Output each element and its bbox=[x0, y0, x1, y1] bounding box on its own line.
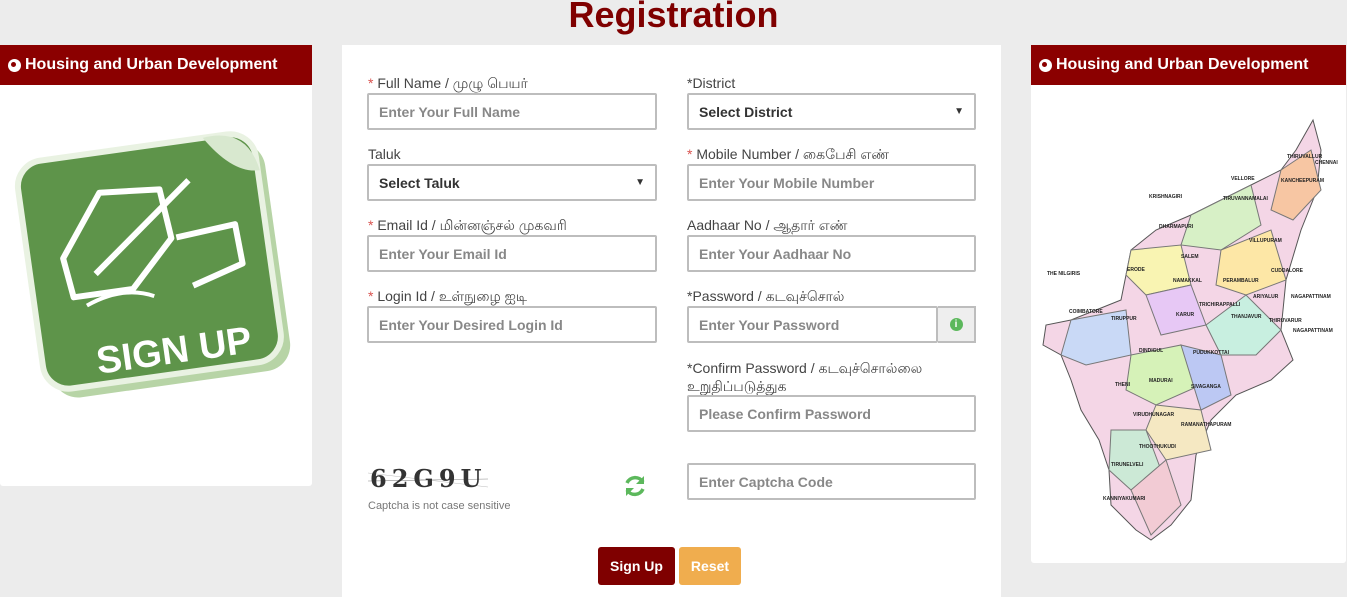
confirm-password-label-line1: *Confirm Password / கடவுச்சொல்லை bbox=[687, 360, 923, 376]
required-mark: * bbox=[368, 75, 374, 91]
map-label: CHENNAI bbox=[1315, 160, 1338, 166]
chevron-down-icon: ▼ bbox=[954, 106, 964, 117]
login-label-text: Login Id / உள்நுழை ஐடி bbox=[377, 288, 528, 304]
refresh-captcha-icon[interactable] bbox=[622, 473, 648, 499]
map-label: MADURAI bbox=[1149, 378, 1173, 384]
district-label: *District bbox=[687, 75, 736, 91]
map-label: TIRUVANNAMALAI bbox=[1223, 196, 1269, 202]
mobile-label-text: Mobile Number / கைபேசி எண் bbox=[696, 146, 890, 162]
captcha-note: Captcha is not case sensitive bbox=[368, 500, 511, 512]
map-label: DINDIGUL bbox=[1139, 348, 1163, 354]
map-label: KANCHEEPURAM bbox=[1281, 178, 1324, 184]
email-label: * Email Id / மின்னஞ்சல் முகவரி bbox=[368, 217, 567, 236]
captcha-input[interactable]: Enter Captcha Code bbox=[687, 463, 976, 500]
mobile-input[interactable]: Enter Your Mobile Number bbox=[687, 164, 976, 201]
page-title: Registration bbox=[568, 0, 779, 35]
sign-up-button[interactable]: Sign Up bbox=[598, 547, 675, 585]
reset-button[interactable]: Reset bbox=[679, 547, 741, 585]
required-mark: * bbox=[368, 217, 374, 233]
email-input[interactable]: Enter Your Email Id bbox=[367, 235, 657, 272]
map-label: NAMAKKAL bbox=[1173, 278, 1202, 284]
full-name-label: * Full Name / முழு பெயர் bbox=[368, 75, 528, 94]
left-panel-header: Housing and Urban Development bbox=[0, 45, 312, 85]
required-mark: * bbox=[687, 146, 693, 162]
map-label: ARIYALUR bbox=[1253, 294, 1279, 300]
map-label: THE NILGIRIS bbox=[1047, 271, 1081, 277]
right-panel-header: Housing and Urban Development bbox=[1031, 45, 1346, 85]
map-label: RAMANATHAPURAM bbox=[1181, 422, 1231, 428]
map-label: THOOTHUKUDI bbox=[1139, 444, 1177, 450]
map-label: SIVAGANGA bbox=[1191, 384, 1221, 390]
map-label: TIRUPPUR bbox=[1111, 316, 1137, 322]
map-label: SALEM bbox=[1181, 254, 1199, 260]
district-select-value: Select District bbox=[699, 103, 793, 120]
full-name-input[interactable]: Enter Your Full Name bbox=[367, 93, 657, 130]
globe-icon bbox=[1039, 58, 1052, 72]
map-label: TRICHIRAPPALLI bbox=[1199, 302, 1241, 308]
map-label: NAGAPATTINAM bbox=[1291, 294, 1331, 300]
password-label: *Password / கடவுச்சொல் bbox=[687, 288, 845, 304]
aadhaar-label: Aadhaar No / ஆதார் எண் bbox=[687, 217, 848, 233]
map-label: COIMBATORE bbox=[1069, 309, 1103, 315]
globe-icon bbox=[8, 58, 21, 72]
full-name-label-text: Full Name / முழு பெயர் bbox=[377, 75, 528, 91]
map-label: THIRUVARUR bbox=[1269, 318, 1302, 324]
captcha-image: 62G9U bbox=[368, 464, 488, 493]
map-label: ERODE bbox=[1127, 267, 1145, 273]
map-label: KRISHNAGIRI bbox=[1149, 194, 1183, 200]
map-label: KARUR bbox=[1176, 312, 1194, 318]
tamil-nadu-map: THIRUVALLUR CHENNAI VELLORE KANCHEEPURAM… bbox=[1042, 118, 1338, 541]
login-label: * Login Id / உள்நுழை ஐடி bbox=[368, 288, 527, 307]
taluk-label: Taluk bbox=[368, 146, 401, 162]
left-panel: Housing and Urban Development SIGN UP bbox=[0, 45, 312, 486]
chevron-down-icon: ▼ bbox=[635, 177, 645, 188]
confirm-password-label-line2: உறுதிப்படுத்துக bbox=[687, 378, 787, 394]
required-mark: * bbox=[368, 288, 374, 304]
map-label: CUDDALORE bbox=[1271, 268, 1304, 274]
map-label: TIRUNELVELI bbox=[1111, 462, 1144, 468]
signup-image: SIGN UP bbox=[14, 131, 291, 398]
map-label: DHARMAPURI bbox=[1159, 224, 1194, 230]
confirm-password-label: *Confirm Password / கடவுச்சொல்லை உறுதிப்… bbox=[687, 359, 922, 395]
taluk-select-value: Select Taluk bbox=[379, 174, 460, 191]
email-label-text: Email Id / மின்னஞ்சல் முகவரி bbox=[377, 217, 567, 233]
right-panel-title: Housing and Urban Development bbox=[1056, 56, 1309, 73]
district-select[interactable]: Select District ▼ bbox=[687, 93, 976, 130]
map-label: PERAMBALUR bbox=[1223, 278, 1259, 284]
map-label: NAGAPATTINAM bbox=[1293, 328, 1333, 334]
map-label: VIRUDHUNAGAR bbox=[1133, 412, 1175, 418]
map-label: VILLUPURAM bbox=[1249, 238, 1282, 244]
map-label: VELLORE bbox=[1231, 176, 1255, 182]
map-label: PUDUKKOTTAI bbox=[1193, 350, 1230, 356]
map-label: THENI bbox=[1115, 382, 1131, 388]
login-id-input[interactable]: Enter Your Desired Login Id bbox=[367, 306, 657, 343]
info-icon: i bbox=[949, 318, 963, 331]
map-label: KANNIYAKUMARI bbox=[1103, 496, 1146, 502]
mobile-label: * Mobile Number / கைபேசி எண் bbox=[687, 146, 889, 165]
taluk-select[interactable]: Select Taluk ▼ bbox=[367, 164, 657, 201]
aadhaar-input[interactable]: Enter Your Aadhaar No bbox=[687, 235, 976, 272]
password-info-button[interactable]: i bbox=[938, 306, 976, 343]
left-panel-title: Housing and Urban Development bbox=[25, 56, 278, 73]
captcha-code: 62G9U bbox=[370, 464, 487, 493]
password-input[interactable]: Enter Your Password bbox=[687, 306, 938, 343]
right-panel: Housing and Urban Development THIRUVALLU… bbox=[1031, 45, 1346, 563]
map-label: THANJAVUR bbox=[1231, 314, 1262, 320]
confirm-password-input[interactable]: Please Confirm Password bbox=[687, 395, 976, 432]
